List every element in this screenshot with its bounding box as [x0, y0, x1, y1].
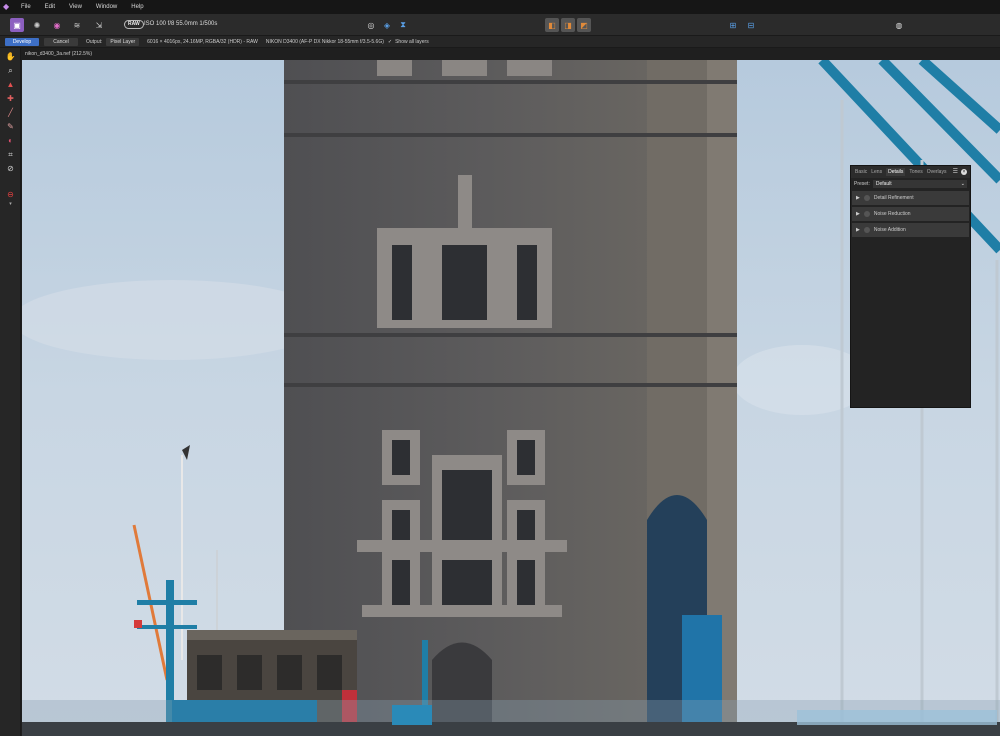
develop-button[interactable]: Develop [5, 37, 39, 46]
clipped-shadows-icon[interactable]: ◩ [577, 18, 591, 32]
section-toggle[interactable] [863, 211, 870, 217]
rulers-icon[interactable]: ⊟ [744, 18, 758, 32]
output-label: Output: [86, 38, 103, 45]
liquify-persona-icon[interactable]: ✺ [30, 18, 44, 32]
menu-window[interactable]: Window [96, 4, 117, 10]
develop-panel: Basic Lens Details Tones Overlays ☰ × Pr… [850, 165, 971, 408]
crop-tool-icon[interactable]: ⌗ [5, 149, 16, 160]
section-label: Detail Refinement [873, 195, 914, 201]
export-persona-icon[interactable]: ⇲ [92, 18, 106, 32]
develop-persona-icon[interactable]: ◉ [50, 18, 64, 32]
section-label: Noise Addition [873, 227, 906, 233]
view-mode-icon[interactable]: ◈ [380, 18, 394, 32]
main-toolbar: ▣ ✺ ◉ ≋ ⇲ RAW ISO 100 f/8 55.0mm 1/500s … [0, 14, 1000, 36]
raw-badge: RAW [124, 20, 144, 29]
menu-file[interactable]: File [21, 4, 31, 10]
close-icon[interactable]: × [961, 169, 967, 175]
view-eye-icon[interactable]: ◎ [364, 18, 378, 32]
blemish-tool-icon[interactable]: ✚ [5, 93, 16, 104]
tools-panel: ✋ ⌕ ▲ ✚ ╱ ✎ ◐ ⌗ ⊘ ⊖ ▾ [0, 48, 21, 736]
red-eye-tool-icon[interactable]: ▲ [5, 79, 16, 90]
chevron-down-icon: ⌄ [960, 180, 965, 187]
tab-lens[interactable]: Lens [871, 169, 882, 175]
chevron-right-icon: ▶ [856, 195, 860, 201]
tab-overlays[interactable]: Overlays [927, 169, 947, 175]
camera-info: NIKON D3400 (AF-P DX Nikkor 18-55mm f/3.… [265, 38, 384, 45]
section-noise-reduction[interactable]: ▶ Noise Reduction [852, 207, 969, 221]
cancel-button[interactable]: Cancel [44, 37, 78, 46]
menubar: ◆ File Edit View Window Help [0, 0, 1000, 14]
exif-info: ISO 100 f/8 55.0mm 1/500s [144, 21, 218, 27]
section-label: Noise Reduction [873, 211, 911, 217]
photo-persona-icon[interactable]: ▣ [10, 18, 24, 32]
preset-select[interactable]: Default ⌄ [872, 179, 967, 188]
assistant-icon[interactable]: ⊞ [726, 18, 740, 32]
tab-details[interactable]: Details [886, 168, 906, 176]
clipped-tones-icon[interactable]: ◧ [545, 18, 559, 32]
split-view-icon[interactable]: ⧗ [396, 18, 410, 32]
menu-view[interactable]: View [69, 4, 82, 10]
overlay-paint-icon[interactable]: ✎ [5, 121, 16, 132]
gradient-tool-icon[interactable]: ◐ [5, 135, 16, 146]
tone-mapping-persona-icon[interactable]: ≋ [70, 18, 84, 32]
chevron-down-icon[interactable]: ▾ [5, 199, 16, 210]
document-tab[interactable]: nikon_d3400_3a.nef (212.5%) [25, 51, 92, 57]
app-logo-icon: ◆ [3, 2, 10, 11]
section-noise-addition[interactable]: ▶ Noise Addition [852, 223, 969, 237]
chevron-right-icon: ▶ [856, 227, 860, 233]
zoom-tool-icon[interactable]: ⌕ [5, 65, 16, 76]
tab-tones[interactable]: Tones [909, 169, 922, 175]
clipped-highlights-icon[interactable]: ◨ [561, 18, 575, 32]
hand-tool-icon[interactable]: ✋ [5, 51, 16, 62]
menu-help[interactable]: Help [131, 4, 143, 10]
chevron-right-icon: ▶ [856, 211, 860, 217]
document-tab-bar: nikon_d3400_3a.nef (212.5%) [0, 48, 1000, 60]
white-balance-tool-icon[interactable]: ⊘ [5, 163, 16, 174]
tab-basic[interactable]: Basic [855, 169, 867, 175]
show-all-layers-label: Show all layers [395, 38, 429, 45]
panel-menu-icon[interactable]: ☰ [953, 168, 958, 175]
menu-edit[interactable]: Edit [45, 4, 55, 10]
section-toggle[interactable] [863, 195, 870, 201]
preset-row: Preset: Default ⌄ [851, 178, 970, 189]
chat-icon[interactable]: ◍ [892, 18, 906, 32]
preset-value: Default [875, 180, 892, 187]
brush-tool-icon[interactable]: ╱ [5, 107, 16, 118]
output-select[interactable]: Pixel Layer [106, 37, 140, 46]
preset-label: Preset: [854, 180, 870, 187]
section-toggle[interactable] [863, 227, 870, 233]
show-all-layers-checkbox[interactable]: ✓ [388, 39, 392, 45]
panel-tabs: Basic Lens Details Tones Overlays ☰ × [851, 166, 970, 178]
image-info: 6016 × 4016px, 24.16MP, RGBA/32 (HDR) - … [147, 38, 258, 45]
section-detail-refinement[interactable]: ▶ Detail Refinement [852, 191, 969, 205]
context-toolbar: Develop Cancel Output: Pixel Layer 6016 … [0, 36, 1000, 48]
